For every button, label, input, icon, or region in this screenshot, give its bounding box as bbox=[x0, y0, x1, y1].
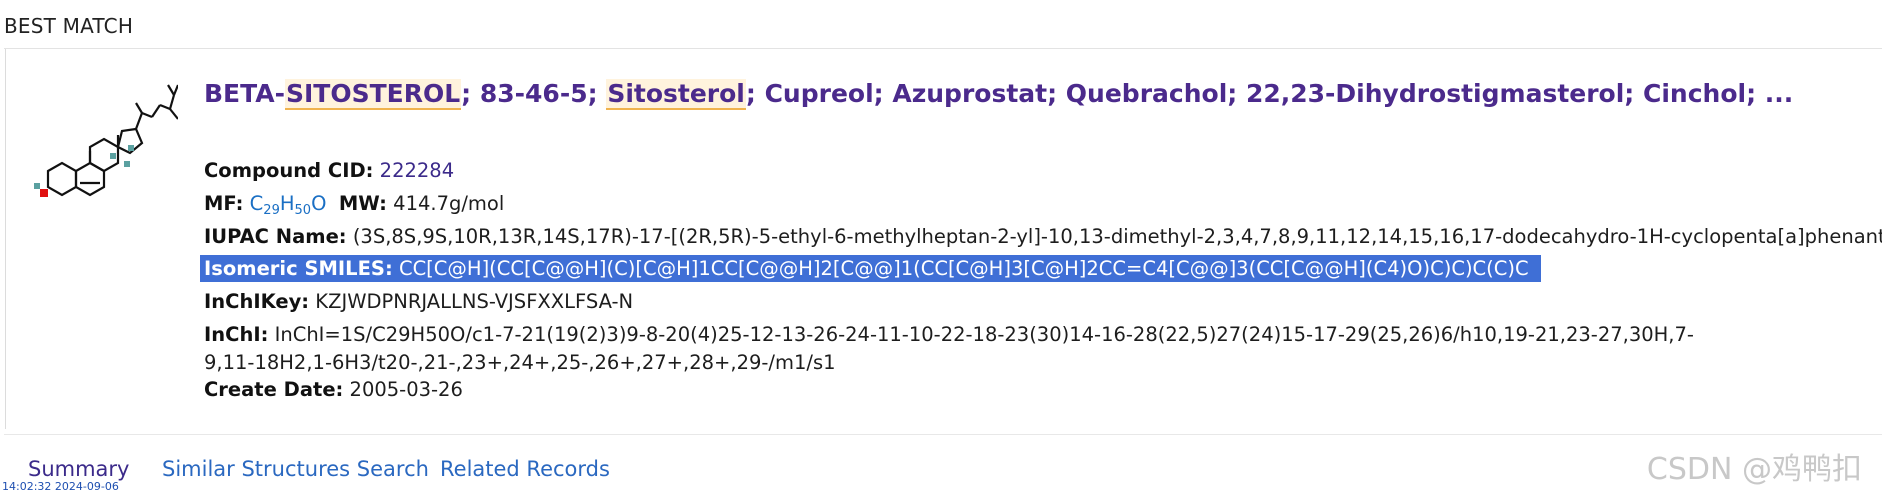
inchi-value: InChI=1S/C29H50O/c1-7-21(19(2)3)9-8-20(4… bbox=[204, 323, 1694, 374]
inchikey-value: KZJWDPNRJALLNS-VJSFXXLFSA-N bbox=[315, 290, 634, 313]
mw-label: MW: bbox=[338, 192, 387, 215]
smiles-selection[interactable]: Isomeric SMILES: CC[C@H](CC[C@@H](C)[C@H… bbox=[200, 255, 1541, 282]
title-part: ; Cupreol; Azuprostat; Quebrachol; 22,23… bbox=[745, 79, 1794, 108]
tab-summary[interactable]: Summary bbox=[28, 457, 129, 481]
mf-label: MF: bbox=[204, 192, 244, 215]
inchikey-row: InChIKey: KZJWDPNRJALLNS-VJSFXXLFSA-N bbox=[204, 290, 633, 313]
watermark: CSDN @鸡鸭扣 bbox=[1646, 452, 1862, 487]
cid-link[interactable]: 222284 bbox=[380, 159, 454, 182]
iupac-label: IUPAC Name: bbox=[204, 225, 347, 248]
cid-row: Compound CID: 222284 bbox=[204, 159, 454, 182]
molecular-formula-link[interactable]: C29H50O bbox=[250, 192, 327, 218]
title-part: BETA- bbox=[204, 79, 285, 108]
create-date-row: Create Date: 2005-03-26 bbox=[204, 378, 463, 401]
title-part-highlight: SITOSTEROL bbox=[284, 79, 462, 110]
section-heading: BEST MATCH bbox=[4, 14, 134, 38]
tab-similar-structures-search[interactable]: Similar Structures Search bbox=[162, 457, 429, 481]
create-date-value: 2005-03-26 bbox=[349, 378, 463, 401]
divider bbox=[4, 434, 1882, 435]
smiles-row: Isomeric SMILES: CC[C@H](CC[C@@H](C)[C@H… bbox=[200, 255, 1541, 282]
timestamp: 14:02:32 2024-09-06 bbox=[2, 480, 119, 493]
title-part: ; 83-46-5; bbox=[461, 79, 607, 108]
create-date-label: Create Date: bbox=[204, 378, 344, 401]
iupac-row: IUPAC Name: (3S,8S,9S,10R,13R,14S,17R)-1… bbox=[204, 225, 1882, 248]
inchikey-label: InChIKey: bbox=[204, 290, 310, 313]
smiles-value: CC[C@H](CC[C@@H](C)[C@H]1CC[C@@H]2[C@@]1… bbox=[398, 257, 1529, 280]
cid-label: Compound CID: bbox=[204, 159, 374, 182]
mw-value: 414.7g/mol bbox=[393, 192, 505, 215]
inchi-label: InChI: bbox=[204, 323, 269, 346]
title-part-highlight: Sitosterol bbox=[606, 79, 746, 110]
smiles-label: Isomeric SMILES: bbox=[204, 257, 393, 280]
formula-row: MF: C29H50O MW: 414.7g/mol bbox=[204, 192, 504, 218]
chemical-structure-image[interactable] bbox=[28, 79, 178, 239]
tab-related-records[interactable]: Related Records bbox=[440, 457, 610, 481]
iupac-value: (3S,8S,9S,10R,13R,14S,17R)-17-[(2R,5R)-5… bbox=[352, 225, 1882, 248]
result-card: BETA-SITOSTEROL; 83-46-5; Sitosterol; Cu… bbox=[5, 49, 1882, 429]
inchi-row: InChI: InChI=1S/C29H50O/c1-7-21(19(2)3)9… bbox=[204, 321, 1744, 377]
result-title-link[interactable]: BETA-SITOSTEROL; 83-46-5; Sitosterol; Cu… bbox=[204, 79, 1794, 110]
